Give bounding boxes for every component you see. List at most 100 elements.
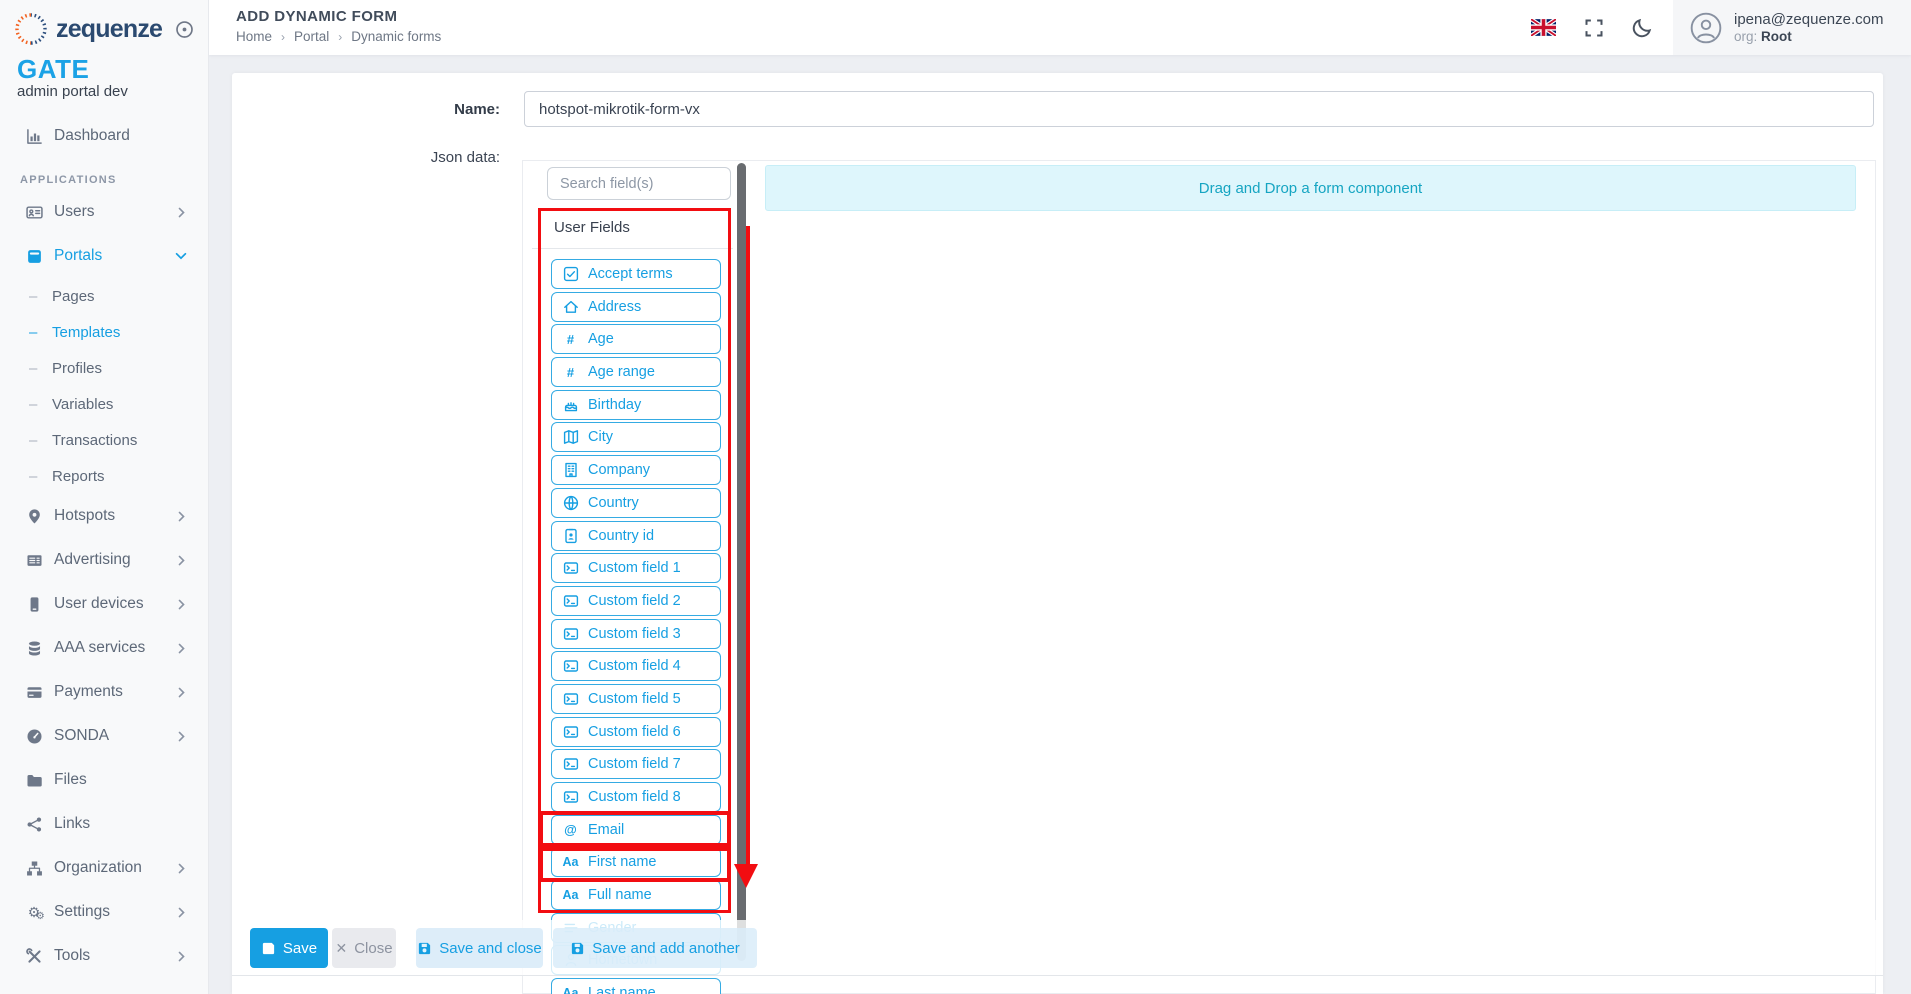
sidebar: zequenze GATE admin portal dev Dashboard…: [0, 0, 209, 994]
sidebar-item-hotspots[interactable]: Hotspots: [0, 494, 208, 538]
chevron-right-icon: [175, 730, 188, 743]
save-and-close-button[interactable]: Save and close: [416, 928, 543, 968]
field-item-country[interactable]: Country: [551, 488, 721, 518]
field-item-country-id[interactable]: Country id: [551, 521, 721, 551]
breadcrumb-item-portal[interactable]: Portal: [294, 29, 329, 44]
sidebar-item-payments[interactable]: Payments: [0, 670, 208, 714]
sidebar-item-advertising[interactable]: Advertising: [0, 538, 208, 582]
dropzone-text: Drag and Drop a form component: [1199, 180, 1422, 197]
target-icon[interactable]: [175, 20, 194, 39]
input-field-icon: [562, 724, 579, 740]
share-nodes-icon: [25, 816, 43, 833]
field-item-city[interactable]: City: [551, 422, 721, 452]
sidebar-item-settings[interactable]: ⚙⚙Settings: [0, 890, 208, 934]
sidebar-item-aaa-services[interactable]: AAA services: [0, 626, 208, 670]
field-item-age-range[interactable]: #Age range: [551, 357, 721, 387]
page-title: ADD DYNAMIC FORM: [236, 8, 441, 25]
form-name-input[interactable]: [524, 91, 1874, 127]
sidebar-subitem-profiles[interactable]: –Profiles: [0, 350, 208, 386]
chevron-right-icon: [175, 950, 188, 963]
name-label: Name:: [232, 101, 500, 118]
chevron-right-icon: [175, 686, 188, 699]
sidebar-item-portals[interactable]: Portals: [0, 234, 208, 278]
sidebar-item-sonda[interactable]: SONDA: [0, 714, 208, 758]
divider: [532, 248, 733, 249]
sidebar-item-organization[interactable]: Organization: [0, 846, 208, 890]
mobile-icon: [25, 596, 43, 613]
search-fields-input[interactable]: [547, 167, 731, 200]
dropzone[interactable]: Drag and Drop a form component: [765, 165, 1856, 211]
sidebar-item-user-devices[interactable]: User devices: [0, 582, 208, 626]
brand-name: zequenze: [56, 15, 162, 44]
field-item-custom-field-7[interactable]: Custom field 7: [551, 749, 721, 779]
field-item-address[interactable]: Address: [551, 292, 721, 322]
sidebar-subitem-transactions[interactable]: –Transactions: [0, 422, 208, 458]
form-card: Name: Json data: Drag and Drop a form co…: [232, 73, 1883, 994]
field-item-custom-field-5[interactable]: Custom field 5: [551, 684, 721, 714]
home-icon: [562, 299, 579, 315]
product-subtitle: admin portal dev: [17, 83, 191, 100]
check-square-icon: [562, 266, 579, 282]
fullscreen-icon[interactable]: [1584, 18, 1604, 38]
sidebar-nav: DashboardAPPLICATIONSUsersPortals–Pages–…: [0, 114, 208, 978]
field-item-custom-field-1[interactable]: Custom field 1: [551, 553, 721, 583]
breadcrumb: Home›Portal›Dynamic forms: [236, 29, 441, 44]
save-and-add-another-button[interactable]: Save and add another: [553, 928, 757, 968]
sitemap-icon: [25, 860, 43, 877]
sidebar-subitem-pages[interactable]: –Pages: [0, 278, 208, 314]
hash-icon: #: [562, 365, 579, 380]
field-item-email[interactable]: @Email: [551, 815, 721, 845]
close-icon: ✕: [335, 940, 347, 957]
chevron-right-icon: [175, 554, 188, 567]
map-icon: [562, 429, 579, 445]
uk-flag-icon[interactable]: [1531, 19, 1556, 36]
field-item-custom-field-2[interactable]: Custom field 2: [551, 586, 721, 616]
chart-bar-icon: [25, 128, 43, 145]
field-item-age[interactable]: #Age: [551, 324, 721, 354]
field-item-first-name[interactable]: AaFirst name: [551, 847, 721, 877]
field-item-custom-field-4[interactable]: Custom field 4: [551, 651, 721, 681]
id-badge-icon: [562, 528, 579, 544]
field-item-birthday[interactable]: Birthday: [551, 390, 721, 420]
save-button[interactable]: Save: [250, 928, 328, 968]
dash-icon: –: [29, 360, 40, 377]
database-icon: [25, 640, 43, 657]
sidebar-section-applications: APPLICATIONS: [0, 174, 208, 186]
dash-icon: –: [29, 288, 40, 305]
text-aa-icon: Aa: [562, 986, 579, 994]
input-field-icon: [562, 691, 579, 707]
gauge-icon: [25, 728, 43, 745]
input-field-icon: [562, 789, 579, 805]
sidebar-subitem-templates[interactable]: –Templates: [0, 314, 208, 350]
close-button[interactable]: ✕ Close: [332, 928, 396, 968]
field-item-full-name[interactable]: AaFull name: [551, 880, 721, 910]
field-item-last-name[interactable]: AaLast name: [551, 978, 721, 994]
dash-icon: –: [29, 432, 40, 449]
field-item-custom-field-3[interactable]: Custom field 3: [551, 619, 721, 649]
breadcrumb-separator: ›: [338, 30, 342, 44]
at-icon: @: [562, 822, 579, 837]
globe-icon: [562, 495, 579, 511]
sidebar-item-files[interactable]: Files: [0, 758, 208, 802]
save-icon: [570, 941, 585, 956]
sidebar-subitem-reports[interactable]: –Reports: [0, 458, 208, 494]
action-bar: Save ✕ Close Save and close Save and add…: [232, 920, 1883, 976]
sidebar-item-users[interactable]: Users: [0, 190, 208, 234]
dark-mode-moon-icon[interactable]: [1632, 17, 1653, 38]
field-item-custom-field-6[interactable]: Custom field 6: [551, 717, 721, 747]
chevron-right-icon: [175, 598, 188, 611]
sidebar-item-links[interactable]: Links: [0, 802, 208, 846]
fields-scrollbar[interactable]: [737, 163, 746, 961]
field-item-custom-field-8[interactable]: Custom field 8: [551, 782, 721, 812]
field-item-accept-terms[interactable]: Accept terms: [551, 259, 721, 289]
sidebar-subitem-variables[interactable]: –Variables: [0, 386, 208, 422]
main-content: Name: Json data: Drag and Drop a form co…: [209, 55, 1911, 994]
sidebar-item-tools[interactable]: Tools: [0, 934, 208, 978]
input-field-icon: [562, 756, 579, 772]
sidebar-item-dashboard[interactable]: Dashboard: [0, 114, 208, 158]
user-menu[interactable]: ipena@zequenze.com org: Root: [1673, 0, 1911, 55]
save-icon: [417, 941, 432, 956]
field-item-company[interactable]: Company: [551, 455, 721, 485]
breadcrumb-item-home[interactable]: Home: [236, 29, 272, 44]
breadcrumb-item-dynamic-forms[interactable]: Dynamic forms: [351, 29, 441, 44]
